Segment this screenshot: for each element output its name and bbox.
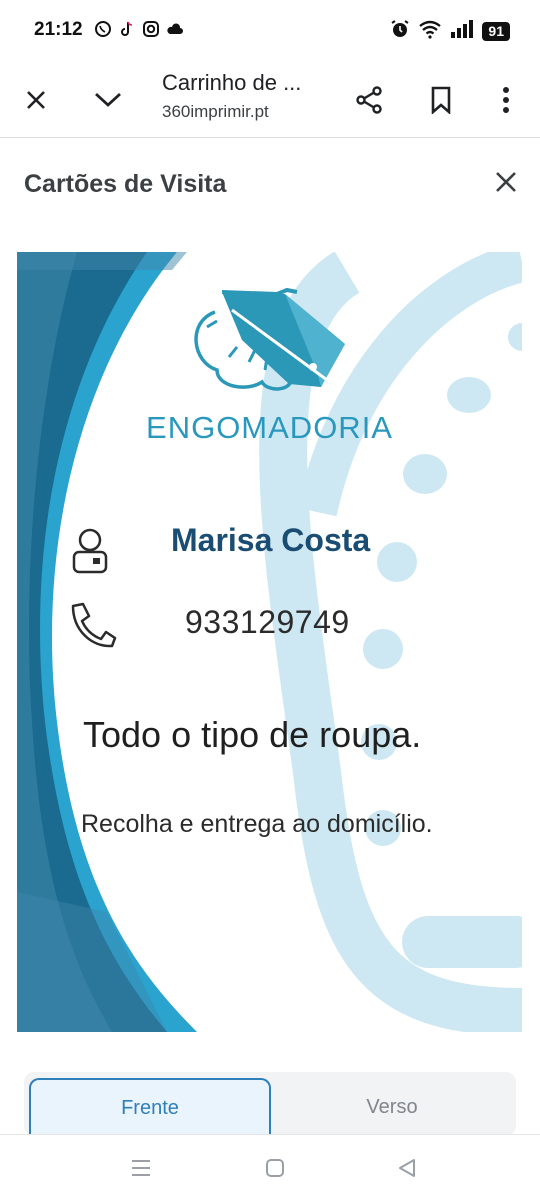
system-status: 91 — [390, 19, 510, 44]
recents-icon[interactable] — [126, 1155, 156, 1181]
page-url[interactable]: 360imprimir.pt — [162, 102, 269, 122]
alarm-icon — [390, 19, 410, 44]
tiktok-icon — [118, 20, 136, 43]
system-nav-bar — [0, 1134, 540, 1200]
status-time: 21:12 — [34, 19, 83, 40]
tab-back[interactable]: Verso — [271, 1078, 513, 1136]
home-icon[interactable] — [260, 1155, 290, 1181]
close-icon[interactable] — [16, 80, 56, 120]
chevron-down-icon[interactable] — [88, 80, 128, 120]
person-icon — [71, 526, 109, 579]
card-name: Marisa Costa — [171, 522, 371, 558]
wifi-icon — [418, 19, 442, 44]
phone-icon — [67, 602, 117, 653]
modal-close-icon[interactable] — [488, 164, 524, 200]
more-vert-icon[interactable] — [486, 80, 526, 120]
share-icon[interactable] — [349, 80, 389, 120]
tab-front[interactable]: Frente — [29, 1078, 271, 1136]
status-bar: 21:12 91 — [0, 0, 540, 62]
back-icon[interactable] — [392, 1155, 422, 1181]
browser-toolbar: Carrinho de ... 360imprimir.pt — [0, 62, 540, 138]
card-phone: 933129749 — [185, 604, 350, 640]
page-title[interactable]: Carrinho de ... — [162, 70, 301, 96]
modal-title: Cartões de Visita — [24, 170, 227, 198]
instagram-icon — [142, 20, 160, 43]
battery-icon: 91 — [482, 22, 510, 41]
business-card-preview: ENGOMADORIA Marisa Costa 933129749 Todo … — [17, 252, 522, 1032]
whatsapp-icon — [94, 20, 112, 43]
card-brand: ENGOMADORIA — [146, 410, 393, 445]
notification-icons — [94, 20, 184, 43]
signal-icon — [450, 19, 474, 44]
card-service: Recolha e entrega ao domicílio. — [81, 810, 433, 838]
bookmark-icon[interactable] — [421, 80, 461, 120]
side-tabs: Frente Verso — [24, 1072, 516, 1136]
cloud-icon — [166, 20, 184, 43]
card-tagline: Todo o tipo de roupa. — [83, 714, 422, 755]
